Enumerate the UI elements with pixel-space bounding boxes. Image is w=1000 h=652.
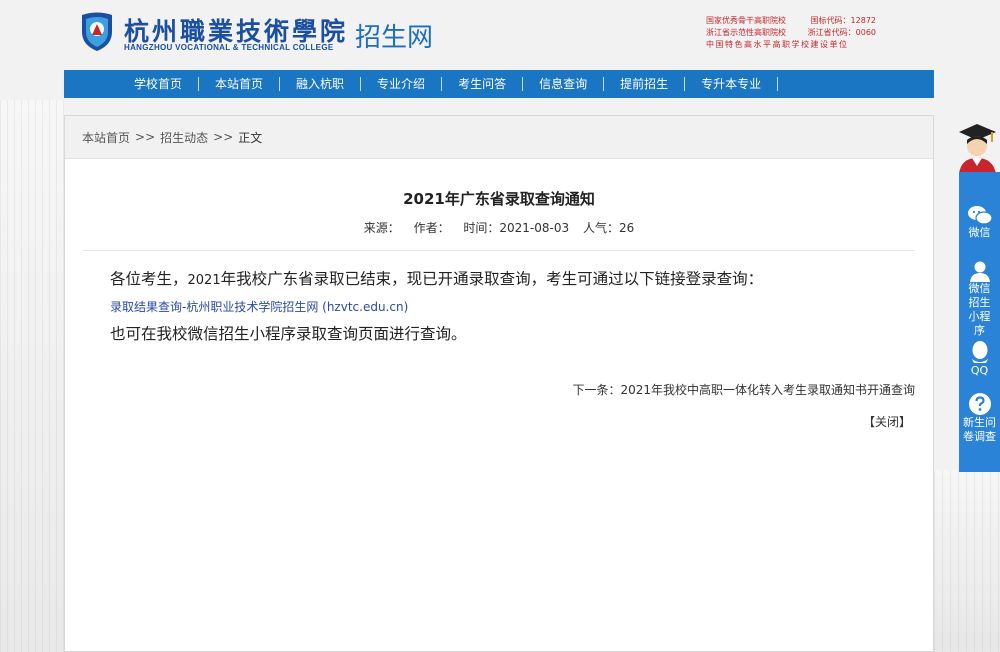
site-name: 招生网 [355, 23, 434, 53]
paragraph-year: 2021 [187, 273, 221, 288]
badge-label: 国家优秀骨干高职院校 [706, 16, 786, 25]
question-icon [968, 393, 991, 415]
next-article-link[interactable]: 2021年我校中高职一体化转入考生录取通知书开通查询 [620, 383, 915, 397]
breadcrumb: 本站首页 >> 招生动态 >> 正文 [65, 116, 933, 159]
breadcrumb-current: 正文 [238, 130, 263, 145]
close-button[interactable]: 【关闭】 [863, 413, 911, 430]
article-meta: 来源： 作者： 时间：2021-08-03 人气：26 [65, 219, 933, 236]
nav-item-majors[interactable]: 专业介绍 [361, 77, 443, 91]
nav-item-school-home[interactable]: 学校首页 [118, 77, 200, 91]
nav-item-about[interactable]: 融入杭职 [280, 77, 362, 91]
college-emblem-icon [82, 12, 112, 51]
nav-item-faq[interactable]: 考生问答 [442, 77, 524, 91]
float-item-label: QQ [970, 364, 989, 377]
float-item-survey[interactable]: 新生问卷调查 [959, 392, 1000, 444]
badge-code: 浙江省代码：0060 [807, 28, 876, 37]
badge-row-1: 国家优秀骨干高职院校 国标代码：12872 [706, 15, 876, 27]
article-body: 各位考生，2021年我校广东省录取已结束，现已开通录取查询，考生可通过以下链接登… [65, 267, 933, 289]
next-article: 下一条：2021年我校中高职一体化转入考生录取通知书开通查询 [572, 381, 915, 398]
article-paragraph: 也可在我校微信招生小程序录取查询页面进行查询。 [110, 325, 467, 343]
divider [83, 250, 915, 251]
meta-views: 人气：26 [582, 221, 635, 235]
honor-badges: 国家优秀骨干高职院校 国标代码：12872 浙江省示范性高职院校 浙江省代码：0… [706, 15, 876, 51]
float-item-qq[interactable]: QQ [959, 340, 1000, 378]
qq-icon [971, 341, 988, 363]
breadcrumb-separator: >> [213, 130, 234, 144]
float-sidebar: 微信 微信招生小程序 QQ 新生问卷调查 [959, 172, 1000, 472]
graduate-avatar-icon [959, 124, 996, 174]
article-title: 2021年广东省录取查询通知 [403, 190, 595, 208]
paragraph-text: 各位考生， [110, 270, 188, 288]
background-sketch-right [934, 470, 1000, 652]
nav-item-info-query[interactable]: 信息查询 [523, 77, 605, 91]
background-sketch-left [0, 100, 64, 652]
nav-item-early-admission[interactable]: 提前招生 [604, 77, 686, 91]
meta-author: 作者： [413, 221, 450, 235]
breadcrumb-section[interactable]: 招生动态 [160, 129, 208, 146]
wechat-icon [967, 206, 993, 225]
article-container: 本站首页 >> 招生动态 >> 正文 2021年广东省录取查询通知 来源： 作者… [64, 115, 934, 652]
meta-time: 时间：2021-08-03 [463, 221, 570, 235]
article-paragraph: 各位考生，2021年我校广东省录取已结束，现已开通录取查询，考生可通过以下链接登… [110, 267, 933, 289]
float-item-mini-program[interactable]: 微信招生小程序 [959, 260, 1000, 338]
next-prefix: 下一条： [572, 383, 621, 397]
admission-query-link[interactable]: 录取结果查询-杭州职业技术学院招生网 (hzvtc.edu.cn) [65, 298, 933, 315]
college-name-en: HANGZHOU VOCATIONAL & TECHNICAL COLLEGE [124, 43, 334, 52]
float-item-label: 微信招生小程序 [968, 282, 991, 337]
site-header: 杭州職業技術學院 HANGZHOU VOCATIONAL & TECHNICAL… [0, 0, 1000, 70]
badge-wide: 中国特色高水平高职学校建设单位 [706, 40, 849, 49]
badge-label: 浙江省示范性高职院校 [706, 28, 786, 37]
float-item-label: 新生问卷调查 [963, 416, 996, 443]
badge-row-2: 浙江省示范性高职院校 浙江省代码：0060 [706, 27, 876, 39]
float-item-wechat[interactable]: 微信 [959, 204, 1000, 240]
nav-item-site-home[interactable]: 本站首页 [199, 77, 281, 91]
paragraph-text: 年我校广东省录取已结束，现已开通录取查询，考生可通过以下链接登录查询： [220, 270, 764, 288]
breadcrumb-home[interactable]: 本站首页 [82, 129, 130, 146]
nav-item-upgrade-majors[interactable]: 专升本专业 [685, 77, 779, 91]
float-item-label: 微信 [968, 226, 991, 239]
badge-code: 国标代码：12872 [810, 16, 876, 25]
breadcrumb-separator: >> [135, 130, 156, 144]
meta-source: 来源： [363, 221, 400, 235]
main-nav: 学校首页 本站首页 融入杭职 专业介绍 考生问答 信息查询 提前招生 专升本专业 [64, 70, 934, 98]
user-icon [969, 261, 990, 282]
article-body-2: 也可在我校微信招生小程序录取查询页面进行查询。 [65, 322, 933, 344]
